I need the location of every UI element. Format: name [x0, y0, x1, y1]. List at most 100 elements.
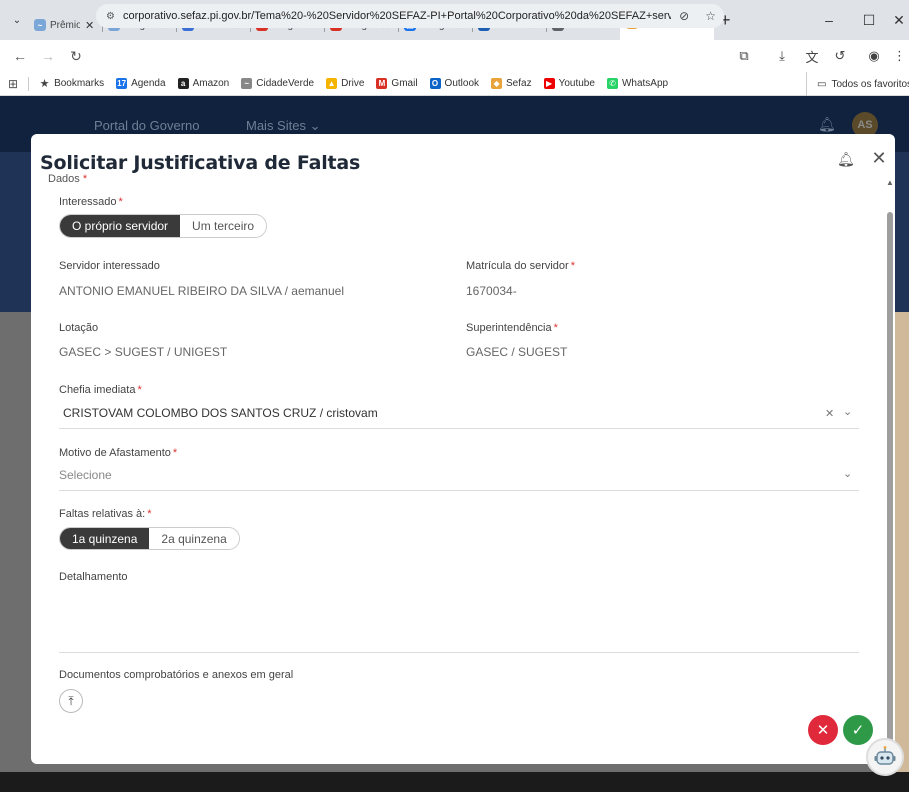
bookmark-label: Drive: [341, 78, 365, 89]
servidor-label-text: Servidor interessado: [59, 260, 160, 272]
servidor-label: Servidor interessado: [59, 260, 160, 272]
portal-governo-link[interactable]: Portal do Governo: [94, 118, 200, 133]
extensions-icon[interactable]: ⧉: [732, 44, 756, 68]
cancel-button[interactable]: ✕: [808, 715, 838, 745]
clear-icon[interactable]: ✕: [825, 407, 834, 420]
option-proprio-servidor[interactable]: O próprio servidor: [60, 215, 181, 237]
upload-button[interactable]: ⤒: [59, 689, 83, 713]
bookmark-item[interactable]: ▲ Drive: [326, 78, 364, 89]
bookmark-item[interactable]: ✆ WhatsApp: [606, 78, 669, 89]
quinzena-toggle: 1a quinzena 2a quinzena: [59, 527, 240, 550]
close-icon: ✕: [816, 722, 830, 739]
modal-bell-icon[interactable]: 🔔︎: [837, 151, 855, 168]
matricula-label: Matrícula do servidor *: [466, 260, 575, 272]
tab-search-chevron-icon[interactable]: ⌄: [6, 9, 28, 31]
faltas-label-text: Faltas relativas à:: [59, 508, 146, 520]
browser-tab[interactable]: ~ Prêmio ✕: [28, 10, 103, 40]
required-mark: *: [137, 384, 142, 396]
eye-off-icon[interactable]: ⊘: [679, 9, 689, 23]
superintendencia-label-text: Superintendência: [466, 322, 552, 334]
motivo-label: Motivo de Afastamento *: [59, 447, 177, 459]
check-icon: ✓: [851, 722, 865, 739]
scrollbar-thumb[interactable]: [887, 212, 893, 754]
outlook-icon: O: [429, 78, 441, 89]
bookmark-item[interactable]: ★ Bookmarks: [39, 78, 104, 90]
matricula-value: 1670034-: [466, 284, 517, 298]
modal-title: Solicitar Justificativa de Faltas: [40, 152, 361, 174]
bookmark-item[interactable]: 17 Agenda: [116, 78, 166, 89]
chevron-down-icon[interactable]: ⌄: [843, 467, 852, 480]
required-mark: *: [570, 260, 575, 272]
upload-icon: ⤒: [68, 693, 74, 708]
omnibox[interactable]: ⚙ corporativo.sefaz.pi.gov.br/Tema%20-%2…: [96, 4, 724, 28]
bookmark-item[interactable]: ▶ Youtube: [543, 78, 595, 89]
bookmark-item[interactable]: a Amazon: [177, 78, 229, 89]
confirm-button[interactable]: ✓: [843, 715, 873, 745]
chatbot-button[interactable]: [866, 738, 904, 776]
scroll-up-arrow-icon[interactable]: ▲: [886, 178, 894, 187]
lotacao-value: GASEC > SUGEST / UNIGEST: [59, 345, 228, 359]
portal-bell-icon[interactable]: 🔔︎: [818, 116, 836, 133]
option-terceiro[interactable]: Um terceiro: [180, 215, 267, 237]
chefia-select[interactable]: CRISTOVAM COLOMBO DOS SANTOS CRUZ / cris…: [63, 406, 378, 420]
required-mark: *: [172, 447, 178, 459]
bookmark-star-icon[interactable]: ☆: [705, 9, 716, 23]
close-window-button[interactable]: ✕: [889, 0, 909, 40]
download-icon[interactable]: ⤓: [770, 44, 794, 68]
chefia-underline: [59, 428, 859, 429]
bookmarks-bar: ⊞ ★ Bookmarks 17 Agenda a Amazon ~ CidadeVerde ▲…: [0, 72, 909, 96]
chevron-down-icon[interactable]: ⌄: [843, 405, 852, 418]
translate-icon[interactable]: 文: [800, 44, 824, 68]
matricula-label-text: Matrícula do servidor: [466, 260, 569, 272]
sefaz-icon: ◆: [491, 78, 503, 89]
bookmark-label: Gmail: [391, 78, 418, 89]
site-info-icon[interactable]: ⚙: [106, 11, 115, 22]
required-mark: *: [118, 196, 123, 208]
detalhamento-textarea[interactable]: [59, 588, 859, 652]
bookmark-label: Agenda: [131, 78, 166, 89]
bookmark-label: CidadeVerde: [256, 78, 315, 89]
folder-icon: ▭: [817, 78, 827, 90]
close-icon[interactable]: ✕: [869, 148, 889, 168]
bookmark-item[interactable]: ◆ Sefaz: [491, 78, 532, 89]
bookmark-item[interactable]: ~ CidadeVerde: [241, 78, 314, 89]
minimize-button[interactable]: –: [809, 0, 849, 40]
history-icon[interactable]: ↺: [828, 44, 852, 68]
documentos-label-text: Documentos comprobatórios e anexos em ge…: [59, 669, 294, 681]
servidor-value: ANTONIO EMANUEL RIBEIRO DA SILVA / aeman…: [59, 284, 344, 298]
reload-button[interactable]: ↻: [62, 42, 90, 70]
maximize-button[interactable]: ☐: [849, 0, 889, 40]
detalhamento-label: Detalhamento: [59, 571, 128, 583]
tab-favicon-icon: ~: [34, 19, 46, 31]
all-bookmarks[interactable]: ▭ Todos os favoritos: [806, 72, 909, 96]
tab-close-icon[interactable]: ✕: [85, 19, 94, 32]
bookmark-item[interactable]: M Gmail: [376, 78, 418, 89]
back-button[interactable]: ←: [6, 42, 34, 70]
lotacao-label: Lotação: [59, 322, 98, 334]
whatsapp-icon: ✆: [606, 78, 618, 89]
bookmark-label: Sefaz: [506, 78, 532, 89]
profile-icon[interactable]: ◉: [862, 44, 886, 68]
robot-icon: [874, 746, 896, 765]
option-1a-quinzena[interactable]: 1a quinzena: [60, 528, 150, 549]
url-text[interactable]: corporativo.sefaz.pi.gov.br/Tema%20-%20S…: [123, 10, 671, 22]
page-footer: [0, 772, 909, 792]
mais-sites-link[interactable]: Mais Sites ⌄: [246, 118, 320, 134]
motivo-select[interactable]: Selecione: [59, 468, 112, 482]
faltas-label: Faltas relativas à: *: [59, 508, 151, 520]
documentos-label: Documentos comprobatórios e anexos em ge…: [59, 669, 293, 681]
option-2a-quinzena[interactable]: 2a quinzena: [149, 528, 239, 549]
motivo-underline: [59, 490, 859, 491]
forward-button[interactable]: →: [34, 42, 62, 70]
superintendencia-value: GASEC / SUGEST: [466, 345, 568, 359]
justificativa-modal: Solicitar Justificativa de Faltas 🔔︎ ✕ D…: [31, 134, 895, 764]
bookmark-label: Outlook: [444, 78, 480, 89]
section-dados-label: Dados *: [48, 174, 87, 184]
apps-grid-icon[interactable]: ⊞: [8, 77, 18, 91]
interessado-toggle: O próprio servidor Um terceiro: [59, 214, 268, 238]
menu-icon[interactable]: ⋮: [890, 44, 909, 68]
bookmark-label: WhatsApp: [621, 78, 669, 89]
bookmark-item[interactable]: O Outlook: [429, 78, 480, 89]
mais-sites-label: Mais Sites: [246, 118, 306, 133]
tab-label: Prêmio: [50, 19, 80, 31]
